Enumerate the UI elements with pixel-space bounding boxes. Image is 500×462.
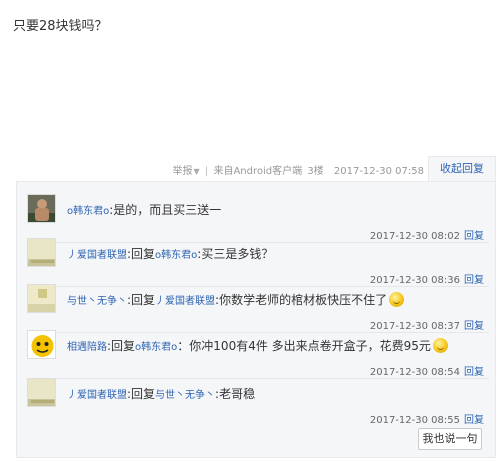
reply-target-link[interactable]: 丿爱国者联盟 <box>155 296 215 307</box>
client-source: 来自Android客户端 <box>213 166 303 177</box>
reply-item: 丿爱国者联盟:回复o韩东君o:买三是多钱？ 2017-12-30 08:36 回复 <box>27 238 489 288</box>
reply-user-link[interactable]: o韩东君o <box>67 206 109 217</box>
reply-content: 丿爱国者联盟:回复o韩东君o:买三是多钱？ <box>67 245 273 262</box>
avatar[interactable] <box>27 330 56 359</box>
reply-item: 相遇陪路:回复o韩东君o：你冲100有4件 多出来点卷开盒子，花费95元 201… <box>27 330 489 380</box>
reply-item: o韩东君o:是的，而且买三送一 2017-12-30 08:02 回复 <box>27 194 489 244</box>
reply-user-link[interactable]: 相遇陪路 <box>67 342 107 353</box>
post-content: 只要28块钱吗？ <box>13 19 108 34</box>
speak-button[interactable]: 我也说一句 <box>418 428 482 450</box>
reply-text: ：你冲100有4件 多出来点卷开盒子，花费95元 <box>177 339 431 353</box>
reply-text: :老哥稳 <box>215 387 256 401</box>
reply-time: 2017-12-30 08:55 <box>369 415 460 426</box>
reply-prefix: :回复 <box>127 387 156 401</box>
floor-number: 3楼 <box>307 166 324 177</box>
reply-footer: 2017-12-30 08:54 回复 <box>370 363 484 378</box>
avatar[interactable] <box>27 238 56 267</box>
avatar[interactable] <box>27 194 56 223</box>
smiley-icon <box>432 338 448 353</box>
reply-prefix: :回复 <box>127 247 156 261</box>
reply-item: 与世丶无争丶:回复丿爱国者联盟:你数学老师的棺材板快压不住了 2017-12-3… <box>27 284 489 334</box>
reply-text: :你数学老师的棺材板快压不住了 <box>215 293 388 307</box>
reply-button[interactable]: 回复 <box>464 415 484 426</box>
reply-panel: o韩东君o:是的，而且买三送一 2017-12-30 08:02 回复 丿爱国者联… <box>16 181 496 458</box>
avatar[interactable] <box>27 378 56 407</box>
post-meta: 举报▼ | 来自Android客户端 3楼 2017-12-30 07:58 <box>173 162 424 177</box>
reply-target-link[interactable]: 与世丶无争丶 <box>155 390 215 401</box>
reply-content: o韩东君o:是的，而且买三送一 <box>67 201 221 218</box>
reply-content: 与世丶无争丶:回复丿爱国者联盟:你数学老师的棺材板快压不住了 <box>67 291 405 308</box>
reply-text: :是的，而且买三送一 <box>109 203 222 217</box>
reply-button[interactable]: 回复 <box>464 367 484 378</box>
reply-user-link[interactable]: 与世丶无争丶 <box>67 296 127 307</box>
reply-prefix: :回复 <box>127 293 156 307</box>
reply-text: :买三是多钱？ <box>197 247 274 261</box>
reply-content: 相遇陪路:回复o韩东君o：你冲100有4件 多出来点卷开盒子，花费95元 <box>67 337 448 354</box>
reply-content: 丿爱国者联盟:回复与世丶无争丶:老哥稳 <box>67 385 255 402</box>
post-meta-bar: 举报▼ | 来自Android客户端 3楼 2017-12-30 07:58 收… <box>0 156 500 182</box>
reply-target-link[interactable]: o韩东君o <box>155 250 197 261</box>
reply-item: 丿爱国者联盟:回复与世丶无争丶:老哥稳 2017-12-30 08:55 回复 <box>27 378 489 428</box>
reply-target-link[interactable]: o韩东君o <box>135 342 177 353</box>
smiley-icon <box>389 292 405 307</box>
report-link[interactable]: 举报 <box>173 166 193 177</box>
reply-prefix: :回复 <box>107 339 136 353</box>
meta-separator: | <box>204 166 209 177</box>
post-time: 2017-12-30 07:58 <box>333 166 424 177</box>
chevron-down-icon[interactable]: ▼ <box>194 167 200 176</box>
reply-user-link[interactable]: 丿爱国者联盟 <box>67 250 127 261</box>
reply-time: 2017-12-30 08:54 <box>369 367 460 378</box>
collapse-replies-button[interactable]: 收起回复 <box>428 156 496 182</box>
reply-user-link[interactable]: 丿爱国者联盟 <box>67 390 127 401</box>
reply-footer: 2017-12-30 08:55 回复 <box>370 411 484 426</box>
avatar[interactable] <box>27 284 56 313</box>
